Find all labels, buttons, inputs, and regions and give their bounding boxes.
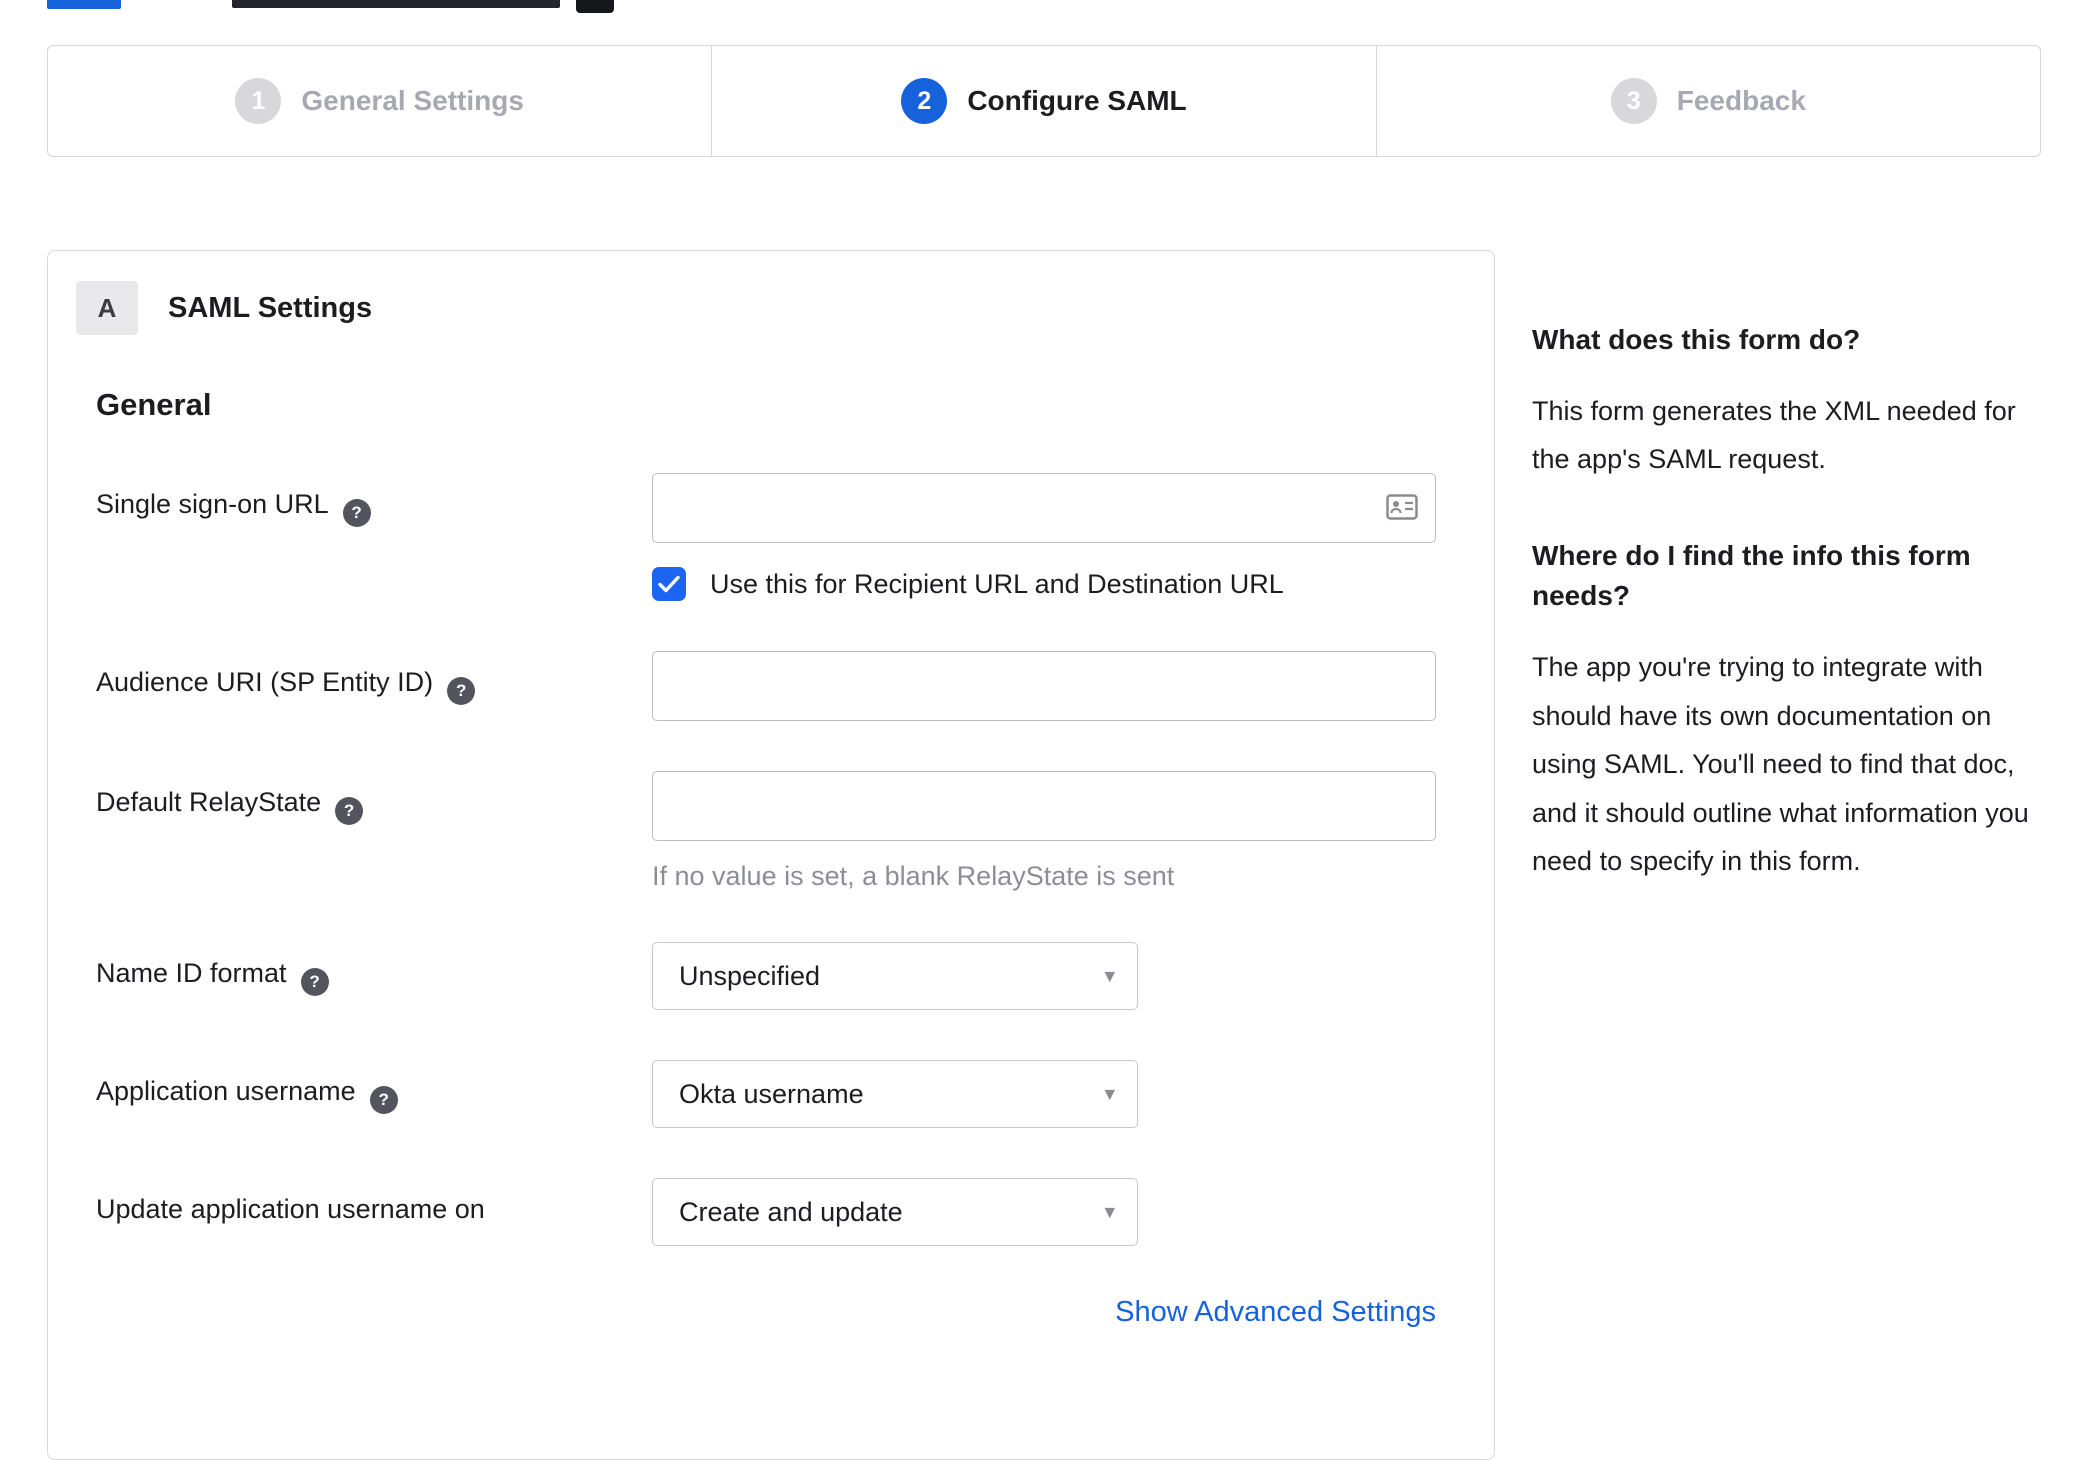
panel-header: A SAML Settings xyxy=(76,281,1446,335)
audience-uri-input[interactable] xyxy=(652,651,1436,721)
field-label: Name ID format? xyxy=(96,942,652,1010)
sidebar-body: The app you're trying to integrate with … xyxy=(1532,651,2029,877)
chevron-down-icon: ▾ xyxy=(1104,1200,1115,1224)
select-value: Okta username xyxy=(679,1078,864,1109)
sidebar-body: This form generates the XML needed for t… xyxy=(1532,395,2016,475)
sidebar-heading: What does this form do? xyxy=(1532,324,1861,355)
name-id-format-select[interactable]: Unspecified ▾ xyxy=(652,942,1138,1010)
default-relaystate-input[interactable] xyxy=(652,771,1436,841)
section-a-badge: A xyxy=(76,281,138,335)
help-sidebar: What does this form do? This form genera… xyxy=(1532,320,2048,938)
header-partial-title xyxy=(232,0,560,8)
step-feedback[interactable]: 3 Feedback xyxy=(1375,46,2040,156)
help-icon[interactable]: ? xyxy=(300,968,329,996)
recipient-url-checkbox[interactable] xyxy=(652,567,686,601)
chevron-down-icon: ▾ xyxy=(1104,964,1115,988)
select-value: Create and update xyxy=(679,1196,903,1227)
select-value: Unspecified xyxy=(679,960,821,991)
saml-settings-panel: A SAML Settings General Single sign-on U… xyxy=(47,250,1495,1460)
header-partial-app-icon xyxy=(576,0,614,13)
step-general-settings[interactable]: 1 General Settings xyxy=(48,46,711,156)
help-icon[interactable]: ? xyxy=(342,499,371,527)
field-row-default-relaystate: Default RelayState? If no value is set, … xyxy=(96,771,1446,892)
step-label: Configure SAML xyxy=(967,85,1187,116)
single-sign-on-url-input[interactable] xyxy=(652,473,1436,543)
field-row-single-sign-on-url: Single sign-on URL? Use this for Recipie… xyxy=(96,473,1446,601)
field-row-name-id-format: Name ID format? Unspecified ▾ xyxy=(96,942,1446,1010)
field-label: Update application username on xyxy=(96,1194,485,1224)
step-number-badge: 2 xyxy=(901,78,948,124)
checkbox-label: Use this for Recipient URL and Destinati… xyxy=(710,568,1284,599)
panel-title: SAML Settings xyxy=(168,291,373,324)
field-row-update-application-username: Update application username on Create an… xyxy=(96,1178,1446,1246)
step-number-badge: 1 xyxy=(235,78,282,124)
help-icon[interactable]: ? xyxy=(447,677,476,705)
step-label: General Settings xyxy=(301,85,524,116)
step-number-badge: 3 xyxy=(1610,78,1657,124)
recipient-url-checkbox-row: Use this for Recipient URL and Destinati… xyxy=(652,567,1446,601)
show-advanced-settings-link[interactable]: Show Advanced Settings xyxy=(1115,1296,1436,1328)
contact-card-icon xyxy=(1386,494,1418,525)
field-label: Default RelayState? xyxy=(96,771,652,892)
help-icon[interactable]: ? xyxy=(369,1086,398,1114)
help-icon[interactable]: ? xyxy=(335,797,364,825)
relaystate-hint: If no value is set, a blank RelayState i… xyxy=(652,861,1175,891)
step-configure-saml[interactable]: 2 Configure SAML xyxy=(711,46,1375,156)
wizard-stepper: 1 General Settings 2 Configure SAML 3 Fe… xyxy=(47,45,2041,157)
chevron-down-icon: ▾ xyxy=(1104,1082,1115,1106)
update-application-username-select[interactable]: Create and update ▾ xyxy=(652,1178,1138,1246)
field-label: Application username? xyxy=(96,1060,652,1128)
field-row-audience-uri: Audience URI (SP Entity ID)? xyxy=(96,651,1446,721)
field-label: Audience URI (SP Entity ID)? xyxy=(96,651,652,721)
field-row-application-username: Application username? Okta username ▾ xyxy=(96,1060,1446,1128)
application-username-select[interactable]: Okta username ▾ xyxy=(652,1060,1138,1128)
step-label: Feedback xyxy=(1676,85,1806,116)
header-partial-logo xyxy=(47,0,121,9)
field-label: Single sign-on URL? xyxy=(96,473,652,601)
sidebar-heading: Where do I find the info this form needs… xyxy=(1532,539,1971,612)
general-section-heading: General xyxy=(96,387,212,422)
